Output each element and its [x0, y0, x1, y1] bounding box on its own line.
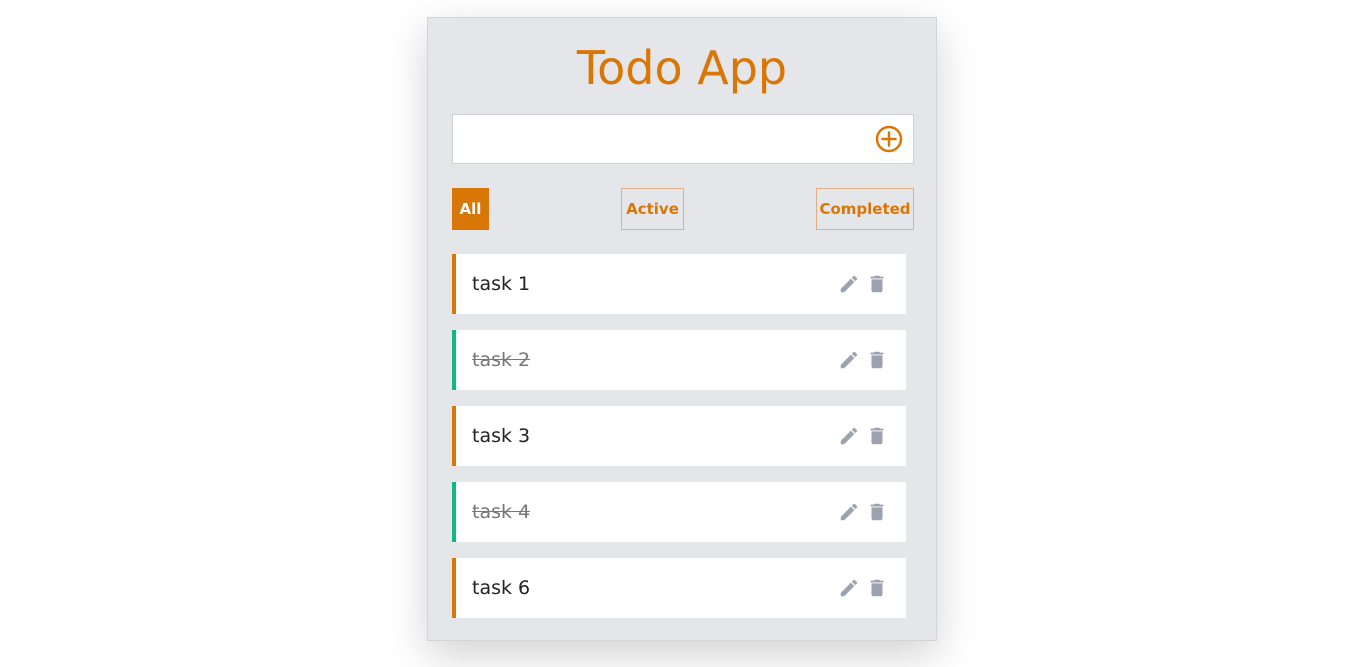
filter-completed-button[interactable]: Completed	[816, 188, 914, 230]
task-label[interactable]: task 6	[472, 558, 530, 618]
pencil-icon[interactable]	[838, 577, 860, 599]
filter-all-button[interactable]: All	[452, 188, 489, 230]
new-task-field	[452, 114, 914, 164]
task-item: task 6	[452, 558, 906, 618]
trash-icon[interactable]	[866, 577, 888, 599]
task-label[interactable]: task 2	[472, 330, 530, 390]
pencil-icon[interactable]	[838, 425, 860, 447]
todo-card: Todo App All Active Completed task 1 tas…	[427, 17, 937, 641]
task-label[interactable]: task 3	[472, 406, 530, 466]
plus-circle-icon[interactable]	[875, 125, 903, 153]
task-list: task 1 task 2 task 3 task 4 task 6	[452, 254, 906, 634]
task-item: task 4	[452, 482, 906, 542]
pencil-icon[interactable]	[838, 349, 860, 371]
task-label[interactable]: task 1	[472, 254, 530, 314]
task-item: task 2	[452, 330, 906, 390]
trash-icon[interactable]	[866, 425, 888, 447]
pencil-icon[interactable]	[838, 273, 860, 295]
trash-icon[interactable]	[866, 273, 888, 295]
trash-icon[interactable]	[866, 349, 888, 371]
trash-icon[interactable]	[866, 501, 888, 523]
task-label[interactable]: task 4	[472, 482, 530, 542]
task-item: task 3	[452, 406, 906, 466]
new-task-input[interactable]	[453, 115, 853, 163]
task-item: task 1	[452, 254, 906, 314]
pencil-icon[interactable]	[838, 501, 860, 523]
page-title: Todo App	[576, 41, 788, 95]
filter-active-button[interactable]: Active	[621, 188, 684, 230]
